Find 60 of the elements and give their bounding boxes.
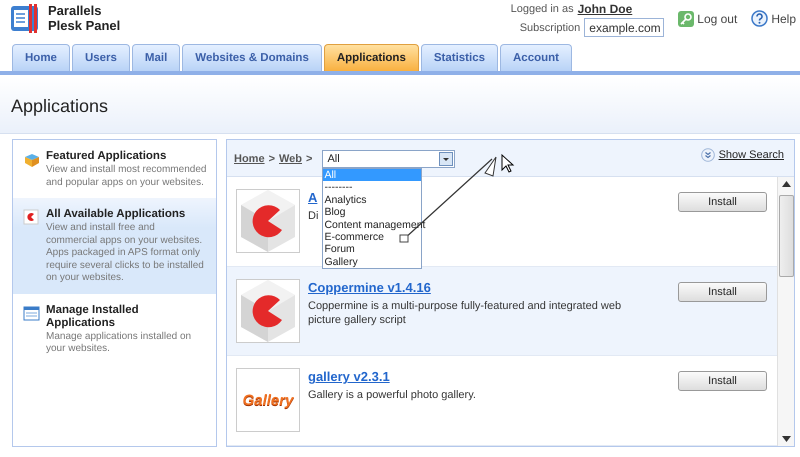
- nav-tab[interactable]: Applications: [324, 44, 419, 71]
- nav-tab[interactable]: Home: [12, 44, 70, 71]
- logo-icon: [10, 3, 40, 33]
- list-icon: [23, 304, 40, 322]
- box-icon: [23, 151, 40, 168]
- show-search-link[interactable]: Show Search: [700, 148, 784, 162]
- logout-link[interactable]: Log out: [678, 10, 738, 27]
- dropdown-option[interactable]: Gallery: [323, 256, 422, 268]
- page-title: Applications: [11, 96, 108, 116]
- app-icon: [23, 209, 40, 226]
- sidebar-item-description: View and install most recommended and popular apps on your websites.: [46, 164, 208, 189]
- sidebar-item-description: Manage applications installed on your websites.: [46, 330, 192, 356]
- app-title-link[interactable]: Coppermine v1.4.16: [308, 280, 431, 295]
- app-title-link[interactable]: A: [308, 190, 318, 205]
- sidebar-item-description: View and install free and commercial apps on your websites. Apps packaged in APS format only require several clicks to be installed on your websites.: [46, 222, 205, 284]
- sidebar-item-title: Featured Applications: [46, 150, 168, 163]
- nav-tab[interactable]: Account: [500, 44, 572, 71]
- dropdown-option[interactable]: Forum: [323, 243, 422, 256]
- dropdown-option[interactable]: Analytics: [323, 194, 422, 206]
- subscription-label: Subscription: [520, 22, 580, 34]
- dropdown-option[interactable]: --------: [323, 181, 422, 194]
- scrollbar-thumb[interactable]: [778, 195, 794, 277]
- mouse-cursor-icon: [502, 154, 515, 173]
- install-button[interactable]: Install: [678, 282, 767, 302]
- install-button[interactable]: Install: [678, 192, 767, 212]
- gallery-logo: Gallery: [242, 392, 294, 409]
- sidebar-item[interactable]: Featured Applications View and install most recommended and popular apps on your websites.: [13, 140, 216, 198]
- sidebar-item-title: Manage Installed Applications: [46, 304, 140, 330]
- install-button[interactable]: Install: [678, 371, 767, 392]
- help-link[interactable]: Help: [751, 10, 796, 27]
- dropdown-option[interactable]: E-commerce: [323, 230, 422, 244]
- scroll-up-icon: [782, 181, 790, 187]
- dropdown-option[interactable]: Blog: [323, 206, 422, 219]
- scroll-down-icon: [782, 436, 790, 442]
- sidebar-item-title: All Available Applications: [46, 208, 186, 221]
- app-description: Gallery is a powerful photo gallery.: [308, 388, 476, 402]
- nav-tab[interactable]: Websites & Domains: [182, 44, 322, 71]
- sidebar-item[interactable]: All Available Applications View and install free and commercial apps on your websites. Apps packaged in APS format only require several clicks to be installed on your websites.: [13, 198, 216, 294]
- nav-tab[interactable]: Mail: [132, 44, 180, 71]
- username-link[interactable]: John Doe: [578, 2, 664, 16]
- scrollbar[interactable]: [777, 177, 794, 446]
- dropdown-button-icon: [439, 152, 454, 166]
- sidebar-item[interactable]: Manage Installed Applications Manage applications installed on your websites.: [13, 294, 216, 364]
- breadcrumb-link[interactable]: Web: [279, 153, 302, 165]
- help-icon: [751, 10, 768, 27]
- brand-name: Parallels: [48, 3, 102, 18]
- app-description: Di: [308, 209, 318, 223]
- breadcrumb-link[interactable]: Home: [234, 153, 265, 165]
- brand-name: Plesk Panel: [48, 18, 120, 33]
- app-description: Coppermine is a multi-purpose fully-featured and integrated web picture gallery script: [308, 298, 622, 327]
- logged-in-label: Logged in as: [510, 3, 574, 15]
- nav-tab[interactable]: Users: [72, 44, 130, 71]
- nav-tab[interactable]: Statistics: [420, 44, 498, 71]
- app-title-link[interactable]: gallery v2.3.1: [308, 369, 390, 384]
- breadcrumb-separator: >: [268, 153, 275, 165]
- breadcrumb-separator: >: [306, 153, 312, 165]
- expand-chevron-icon: [700, 148, 715, 162]
- key-icon: [678, 10, 694, 26]
- category-select[interactable]: All: [322, 150, 456, 168]
- subscription-select[interactable]: example.com: [584, 18, 664, 37]
